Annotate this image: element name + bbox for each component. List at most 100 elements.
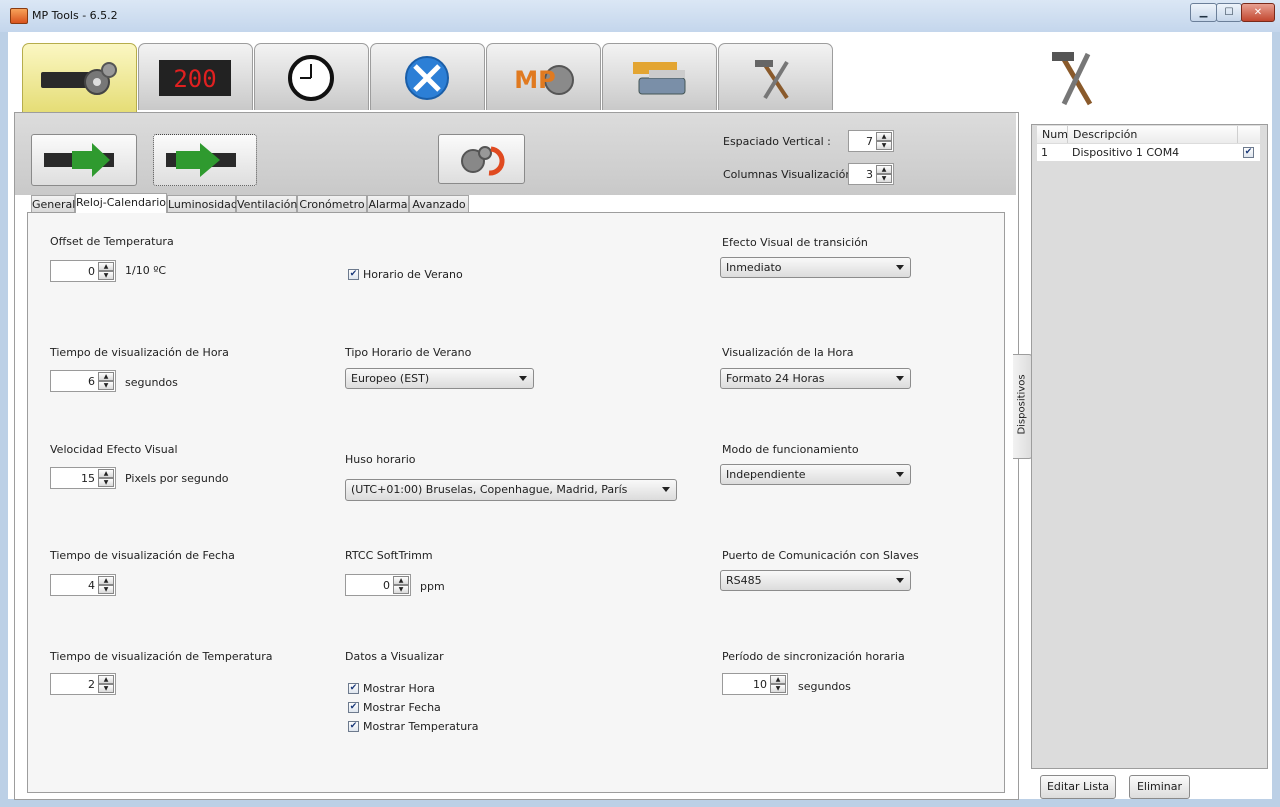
window-title: MP Tools - 6.5.2	[32, 9, 118, 22]
tab-ventilacion[interactable]: Ventilación	[236, 195, 297, 212]
tab-connection[interactable]	[602, 43, 717, 110]
show-temp-label: Mostrar Temperatura	[363, 720, 479, 733]
timezone-select[interactable]: (UTC+01:00) Bruselas, Copenhague, Madrid…	[345, 479, 677, 501]
spin-down-icon[interactable]: ▼	[98, 478, 114, 487]
mode-select[interactable]: Independiente	[720, 464, 911, 485]
column-header-num[interactable]: Num	[1037, 126, 1068, 143]
sync-stepper[interactable]: 10 ▲ ▼	[722, 673, 788, 695]
show-hour-label: Mostrar Hora	[363, 682, 435, 695]
column-header-select[interactable]	[1238, 126, 1260, 143]
send-arrow-icon	[44, 143, 114, 177]
device-checkbox[interactable]: ✔	[1243, 147, 1254, 158]
hour-time-unit: segundos	[125, 376, 178, 389]
device-desc: Dispositivo 1 COM4	[1072, 146, 1180, 159]
tab-mp-tools[interactable]: MP	[486, 43, 601, 110]
temp-time-stepper[interactable]: 2 ▲ ▼	[50, 673, 116, 695]
chevron-down-icon	[896, 376, 904, 381]
hour-time-value: 6	[88, 375, 95, 388]
delete-button[interactable]: Eliminar	[1129, 775, 1190, 799]
spin-up-icon[interactable]: ▲	[876, 132, 892, 141]
dst-type-select[interactable]: Europeo (EST)	[345, 368, 534, 389]
chevron-down-icon	[896, 472, 904, 477]
spin-down-icon[interactable]: ▼	[98, 585, 114, 594]
receive-config-button[interactable]	[153, 134, 257, 186]
hour-display-select[interactable]: Formato 24 Horas	[720, 368, 911, 389]
minimize-button[interactable]: ▁	[1190, 3, 1217, 22]
devices-side-tab[interactable]: Dispositivos	[1013, 354, 1033, 459]
columns-stepper[interactable]: 3 ▲ ▼	[848, 163, 894, 185]
spin-up-icon[interactable]: ▲	[876, 165, 892, 174]
spin-up-icon[interactable]: ▲	[98, 469, 114, 478]
spin-up-icon[interactable]: ▲	[98, 675, 114, 684]
transition-select[interactable]: Inmediato	[720, 257, 911, 278]
chevron-down-icon	[896, 265, 904, 270]
dst-checkbox[interactable]: ✔	[348, 269, 359, 280]
serial-cable-icon	[619, 54, 699, 102]
tab-hammer-tools[interactable]	[718, 43, 833, 110]
temp-time-label: Tiempo de visualización de Temperatura	[50, 650, 273, 663]
slave-port-select[interactable]: RS485	[720, 570, 911, 591]
dst-label: Horario de Verano	[363, 268, 463, 281]
spin-down-icon[interactable]: ▼	[98, 381, 114, 390]
rtcc-stepper[interactable]: 0 ▲ ▼	[345, 574, 411, 596]
close-button[interactable]: ✕	[1241, 3, 1275, 22]
chevron-down-icon	[896, 578, 904, 583]
reset-config-button[interactable]	[438, 134, 525, 184]
rtcc-unit: ppm	[420, 580, 445, 593]
show-hour-checkbox[interactable]: ✔	[348, 683, 359, 694]
clock-icon	[271, 54, 351, 102]
date-time-stepper[interactable]: 4 ▲ ▼	[50, 574, 116, 596]
columns-value: 3	[866, 168, 873, 181]
sync-label: Período de sincronización horaria	[722, 650, 905, 663]
vertical-spacing-value: 7	[866, 135, 873, 148]
tab-reloj-calendario[interactable]: Reloj-Calendario	[75, 193, 167, 213]
spin-down-icon[interactable]: ▼	[98, 271, 114, 280]
receive-arrow-icon	[166, 143, 236, 177]
tab-display-config[interactable]	[22, 43, 137, 112]
spin-down-icon[interactable]: ▼	[98, 684, 114, 693]
send-config-button[interactable]	[31, 134, 137, 186]
mode-value: Independiente	[726, 468, 806, 481]
hour-time-stepper[interactable]: 6 ▲ ▼	[50, 370, 116, 392]
show-date-checkbox[interactable]: ✔	[348, 702, 359, 713]
tab-luminosidad[interactable]: Luminosidad	[167, 195, 238, 212]
spin-up-icon[interactable]: ▲	[98, 262, 114, 271]
tab-alarma[interactable]: Alarma	[367, 195, 409, 212]
spin-up-icon[interactable]: ▲	[393, 576, 409, 585]
effect-speed-stepper[interactable]: 15 ▲ ▼	[50, 467, 116, 489]
temp-offset-stepper[interactable]: 0 ▲ ▼	[50, 260, 116, 282]
edit-list-button[interactable]: Editar Lista	[1040, 775, 1116, 799]
temp-time-value: 2	[88, 678, 95, 691]
tab-clock[interactable]	[254, 43, 369, 110]
timezone-label: Huso horario	[345, 453, 416, 466]
spin-down-icon[interactable]: ▼	[770, 684, 786, 693]
spin-down-icon[interactable]: ▼	[393, 585, 409, 594]
date-time-label: Tiempo de visualización de Fecha	[50, 549, 235, 562]
hour-display-value: Formato 24 Horas	[726, 372, 825, 385]
spin-down-icon[interactable]: ▼	[876, 141, 892, 150]
vertical-spacing-label: Espaciado Vertical :	[723, 135, 831, 148]
show-temp-checkbox[interactable]: ✔	[348, 721, 359, 732]
tab-general[interactable]: General	[31, 195, 75, 212]
hammer-wrench-icon	[735, 54, 815, 102]
devices-list[interactable]	[1031, 124, 1268, 769]
spin-up-icon[interactable]: ▲	[98, 576, 114, 585]
slave-port-value: RS485	[726, 574, 762, 587]
effect-speed-value: 15	[81, 472, 95, 485]
spin-down-icon[interactable]: ▼	[876, 174, 892, 183]
spin-up-icon[interactable]: ▲	[98, 372, 114, 381]
column-header-descripcion[interactable]: Descripción	[1068, 126, 1238, 143]
led-panel-gears-icon	[39, 54, 119, 102]
maximize-button[interactable]: ☐	[1216, 3, 1242, 22]
table-row[interactable]: 1 Dispositivo 1 COM4 ✔	[1037, 144, 1260, 161]
tab-led-display[interactable]: 200	[138, 43, 253, 110]
tab-cronometro[interactable]: Cronómetro	[297, 195, 367, 212]
dst-type-value: Europeo (EST)	[351, 372, 430, 385]
spin-up-icon[interactable]: ▲	[770, 675, 786, 684]
wrench-screwdriver-icon	[387, 54, 467, 102]
tab-tools[interactable]	[370, 43, 485, 110]
mode-label: Modo de funcionamiento	[722, 443, 859, 456]
tab-avanzado[interactable]: Avanzado	[409, 195, 469, 212]
vertical-spacing-stepper[interactable]: 7 ▲ ▼	[848, 130, 894, 152]
app-icon	[10, 8, 28, 24]
